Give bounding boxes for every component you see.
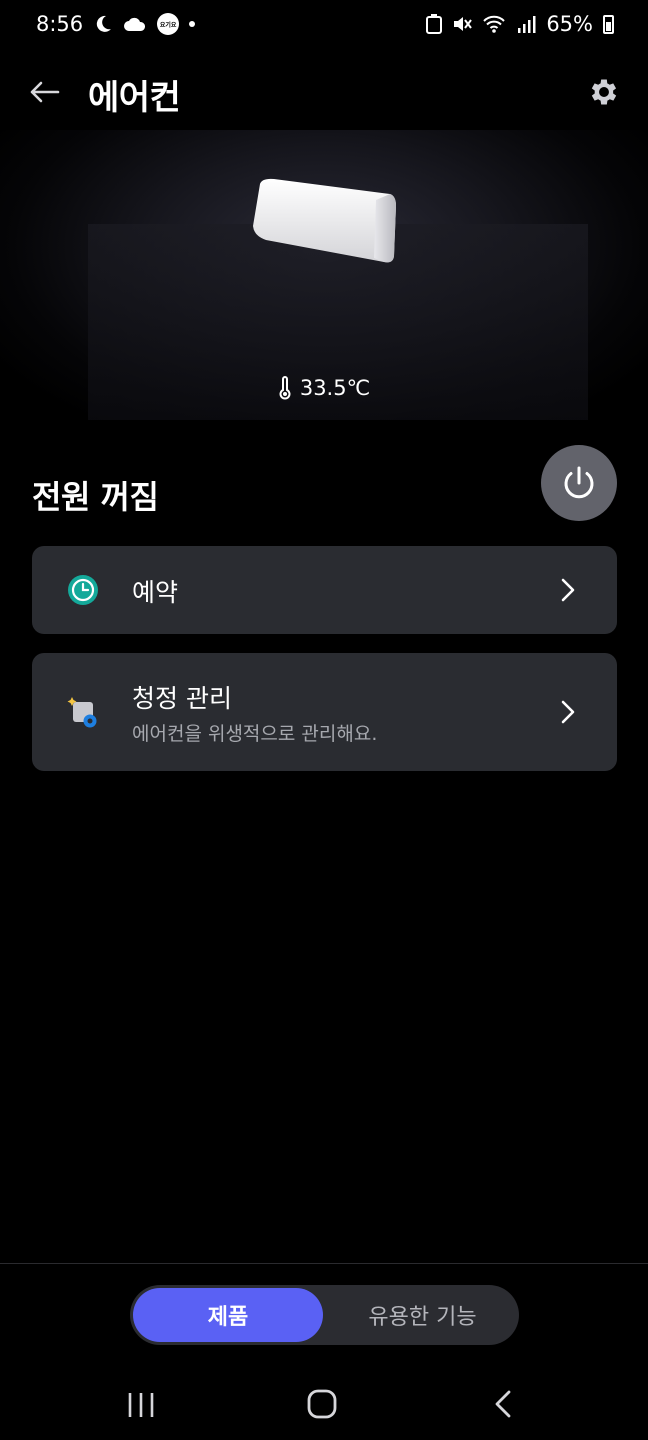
header: 에어컨 xyxy=(0,60,648,124)
status-bar: 8:56 요기요 65% xyxy=(0,0,648,48)
power-button[interactable] xyxy=(541,445,617,521)
more-notifications-dot xyxy=(189,21,196,27)
nav-back-button[interactable] xyxy=(492,1388,514,1420)
chevron-right-icon xyxy=(561,700,575,724)
battery-icon xyxy=(603,14,614,34)
page-title: 에어컨 xyxy=(88,78,181,118)
tab-useful-features[interactable]: 유용한 기능 xyxy=(326,1285,519,1345)
temperature-value: 33.5℃ xyxy=(299,376,371,400)
air-conditioner-image xyxy=(253,178,396,263)
gear-icon xyxy=(591,79,617,105)
thermometer-icon xyxy=(279,376,291,400)
temperature-readout: 33.5℃ xyxy=(0,376,648,400)
arrow-left-icon xyxy=(30,81,60,103)
recycle-icon xyxy=(426,14,443,34)
cloud-icon xyxy=(124,17,146,31)
power-icon xyxy=(564,466,594,499)
status-left: 8:56 요기요 xyxy=(36,12,196,36)
back-button[interactable] xyxy=(26,74,62,110)
wifi-icon xyxy=(483,15,506,33)
status-time: 8:56 xyxy=(36,12,84,36)
tab-product[interactable]: 제품 xyxy=(133,1288,323,1342)
recent-apps-button[interactable] xyxy=(126,1390,156,1420)
settings-button[interactable] xyxy=(584,72,624,112)
signal-icon xyxy=(518,16,536,33)
chevron-right-icon xyxy=(561,578,575,602)
app-notification-icon: 요기요 xyxy=(157,13,180,35)
schedule-card[interactable]: 예약 xyxy=(32,546,617,634)
battery-percent: 65% xyxy=(546,12,593,36)
cleaning-settings-icon xyxy=(67,697,97,728)
product-hero: 33.5℃ xyxy=(0,130,648,420)
home-button[interactable] xyxy=(306,1388,338,1420)
mute-icon xyxy=(454,17,473,31)
schedule-title: 예약 xyxy=(132,578,179,607)
power-state-label: 전원 꺼짐 xyxy=(32,478,159,516)
system-nav-bar xyxy=(0,1370,648,1440)
moon-icon xyxy=(96,15,112,32)
bottom-divider xyxy=(0,1263,648,1264)
clock-icon xyxy=(68,575,98,605)
status-right: 65% xyxy=(426,12,614,36)
bottom-tab-switch: 제품 유용한 기능 xyxy=(130,1285,519,1345)
cleaning-subtitle: 에어컨을 위생적으로 관리해요. xyxy=(132,723,378,745)
cleaning-card[interactable]: 청정 관리 에어컨을 위생적으로 관리해요. xyxy=(32,653,617,771)
cleaning-title: 청정 관리 xyxy=(132,684,232,713)
